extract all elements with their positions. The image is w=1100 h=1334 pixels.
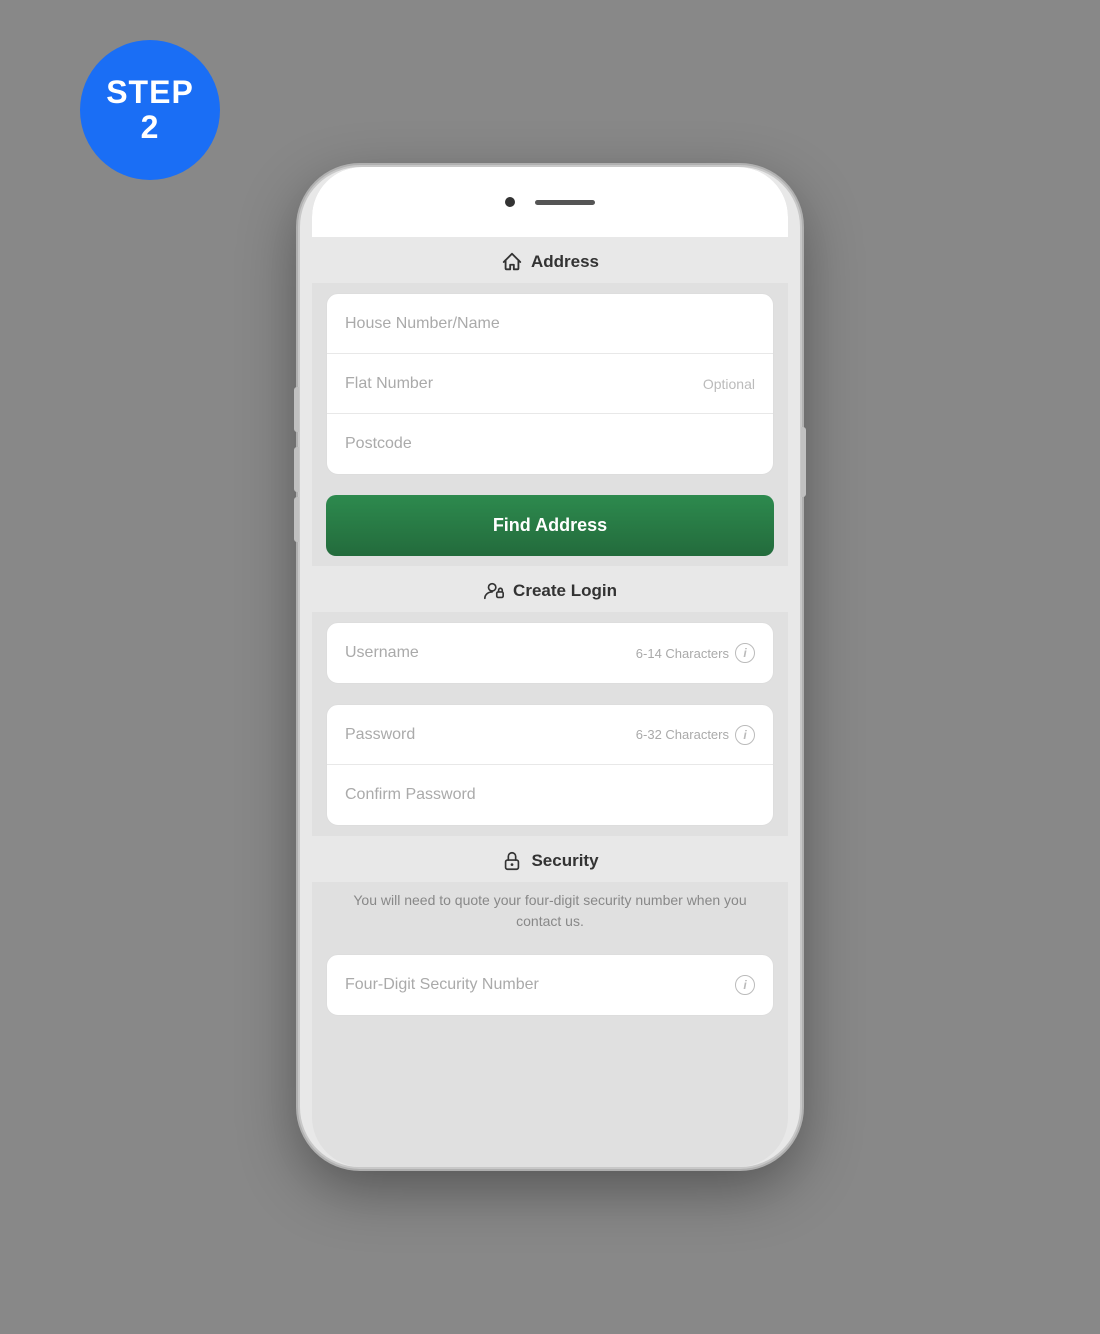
phone-camera: [505, 197, 515, 207]
phone-shell: Address House Number/Name Flat Number Op…: [300, 167, 800, 1167]
step-badge: STEP2: [80, 40, 220, 180]
security-description: You will need to quote your four-digit s…: [312, 882, 788, 944]
security-info-icon[interactable]: i: [735, 975, 755, 995]
lock-icon: [501, 850, 523, 872]
login-section-header: Create Login: [312, 566, 788, 612]
phone-speaker: [535, 200, 595, 205]
postcode-placeholder: Postcode: [345, 435, 412, 453]
flat-optional-label: Optional: [703, 376, 755, 392]
home-icon: [501, 251, 523, 273]
address-section-header: Address: [312, 237, 788, 283]
postcode-field[interactable]: Postcode: [327, 414, 773, 474]
house-number-field[interactable]: House Number/Name: [327, 294, 773, 354]
username-hint: 6-14 Characters i: [636, 643, 755, 663]
username-info-icon[interactable]: i: [735, 643, 755, 663]
password-hint: 6-32 Characters i: [636, 725, 755, 745]
password-info-icon[interactable]: i: [735, 725, 755, 745]
confirm-password-placeholder: Confirm Password: [345, 786, 476, 804]
username-field[interactable]: Username 6-14 Characters i: [327, 623, 773, 683]
phone-top-bar: [312, 167, 788, 237]
security-card: Four-Digit Security Number i: [326, 954, 774, 1016]
step-badge-text: STEP2: [106, 75, 194, 145]
password-card: Password 6-32 Characters i Confirm Passw…: [326, 704, 774, 826]
security-number-field[interactable]: Four-Digit Security Number i: [327, 955, 773, 1015]
username-card: Username 6-14 Characters i: [326, 622, 774, 684]
security-number-placeholder: Four-Digit Security Number: [345, 976, 539, 994]
address-form-card: House Number/Name Flat Number Optional P…: [326, 293, 774, 475]
phone-content: Address House Number/Name Flat Number Op…: [312, 237, 788, 1167]
security-header-label: Security: [531, 851, 598, 871]
password-field[interactable]: Password 6-32 Characters i: [327, 705, 773, 765]
login-header-label: Create Login: [513, 581, 617, 601]
user-lock-icon: [483, 580, 505, 602]
confirm-password-field[interactable]: Confirm Password: [327, 765, 773, 825]
flat-number-field[interactable]: Flat Number Optional: [327, 354, 773, 414]
phone-screen: Address House Number/Name Flat Number Op…: [312, 167, 788, 1167]
address-header-label: Address: [531, 252, 599, 272]
security-section-header: Security: [312, 836, 788, 882]
house-number-placeholder: House Number/Name: [345, 315, 500, 333]
find-address-button[interactable]: Find Address: [326, 495, 774, 556]
password-placeholder: Password: [345, 726, 415, 744]
username-placeholder: Username: [345, 644, 419, 662]
flat-number-placeholder: Flat Number: [345, 375, 433, 393]
